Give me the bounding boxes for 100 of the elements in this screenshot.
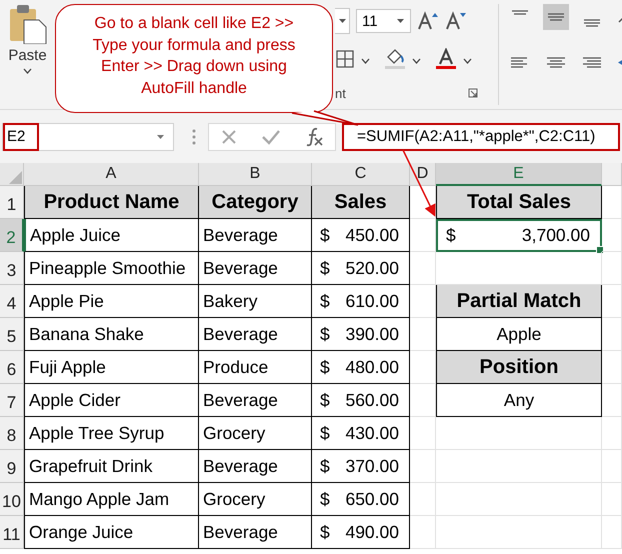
currency-sign: $: [320, 522, 330, 542]
empty-cell[interactable]: [602, 219, 622, 252]
amount-text: 390.00: [345, 324, 399, 344]
table-cell[interactable]: $ 480.00: [312, 351, 410, 384]
empty-cell[interactable]: [602, 384, 622, 417]
empty-cell[interactable]: [602, 450, 622, 483]
shrink-font-icon[interactable]: [445, 11, 467, 31]
table-cell[interactable]: $ 3,700.00: [436, 219, 602, 252]
empty-cell[interactable]: [602, 417, 622, 450]
clipboard-icon[interactable]: [8, 4, 48, 44]
column-header[interactable]: D: [410, 163, 436, 186]
empty-cell[interactable]: [410, 483, 436, 516]
name-box[interactable]: E2: [2, 122, 174, 150]
empty-cell[interactable]: [602, 516, 622, 549]
align-middle-icon[interactable]: [543, 4, 569, 30]
table-cell[interactable]: Apple Pie: [24, 285, 199, 318]
paste-label[interactable]: Paste: [8, 47, 47, 64]
column-header[interactable]: C: [312, 163, 410, 186]
row-header[interactable]: 7: [0, 384, 24, 417]
caret-icon: [396, 18, 405, 24]
table-cell[interactable]: Beverage: [199, 450, 312, 483]
caret-icon[interactable]: [23, 68, 32, 74]
fill-color-icon[interactable]: [384, 48, 406, 70]
caret-icon[interactable]: [156, 134, 165, 140]
table-cell[interactable]: Bakery: [199, 285, 312, 318]
table-cell[interactable]: Beverage: [199, 318, 312, 351]
table-cell[interactable]: Grapefruit Drink: [24, 450, 199, 483]
table-cell[interactable]: $ 450.00: [312, 219, 410, 252]
row-header[interactable]: 9: [0, 450, 24, 483]
row-header[interactable]: 5: [0, 318, 24, 351]
fill-handle[interactable]: [596, 246, 604, 254]
row-header[interactable]: 3: [0, 252, 24, 285]
table-cell[interactable]: $ 520.00: [312, 252, 410, 285]
dialog-launcher-icon[interactable]: [468, 88, 478, 98]
column-header[interactable]: B: [199, 163, 312, 186]
empty-cell[interactable]: [602, 351, 622, 384]
table-cell[interactable]: $ 650.00: [312, 483, 410, 516]
row-header[interactable]: 1: [0, 186, 24, 219]
currency-sign: $: [320, 258, 330, 278]
table-cell[interactable]: Beverage: [199, 252, 312, 285]
empty-cell[interactable]: [410, 450, 436, 483]
header-cell: Position: [436, 351, 602, 384]
table-cell[interactable]: Orange Juice: [24, 516, 199, 549]
empty-cell[interactable]: [410, 516, 436, 549]
empty-cell[interactable]: [602, 483, 622, 516]
cell-reference: E2: [3, 122, 40, 150]
table-cell[interactable]: Beverage: [199, 516, 312, 549]
empty-cell[interactable]: [602, 285, 622, 318]
table-cell[interactable]: Pineapple Smoothie: [24, 252, 199, 285]
empty-cell[interactable]: [410, 384, 436, 417]
table-cell[interactable]: $ 430.00: [312, 417, 410, 450]
table-cell[interactable]: $ 390.00: [312, 318, 410, 351]
table-cell[interactable]: Grocery: [199, 417, 312, 450]
table-cell[interactable]: $ 610.00: [312, 285, 410, 318]
table-cell[interactable]: Apple Juice: [24, 219, 199, 252]
column-header[interactable]: [602, 163, 622, 186]
row-header[interactable]: 11: [0, 516, 24, 549]
table-cell[interactable]: Mango Apple Jam: [24, 483, 199, 516]
empty-cell[interactable]: [410, 219, 436, 252]
row-header[interactable]: 4: [0, 285, 24, 318]
font-color-icon[interactable]: [435, 48, 457, 70]
empty-cell[interactable]: [410, 417, 436, 450]
caret-icon[interactable]: [412, 58, 421, 64]
font-name-dropdown[interactable]: [335, 8, 350, 34]
table-cell[interactable]: $ 490.00: [312, 516, 410, 549]
caret-icon[interactable]: [463, 58, 472, 64]
cancel-icon[interactable]: [220, 128, 238, 146]
table-cell[interactable]: Any: [436, 384, 602, 417]
table-cell[interactable]: Beverage: [199, 219, 312, 252]
row-header[interactable]: 6: [0, 351, 24, 384]
empty-cell[interactable]: [602, 318, 622, 351]
amount-text: 560.00: [345, 390, 399, 410]
table-cell[interactable]: Fuji Apple: [24, 351, 199, 384]
borders-icon[interactable]: [335, 49, 355, 69]
row-header[interactable]: 8: [0, 417, 24, 450]
empty-cell[interactable]: [436, 483, 602, 516]
empty-cell[interactable]: [602, 252, 622, 285]
grow-font-icon[interactable]: [417, 11, 439, 31]
empty-cell[interactable]: [410, 318, 436, 351]
empty-cell[interactable]: [436, 450, 602, 483]
empty-cell[interactable]: [436, 417, 602, 450]
row-header[interactable]: 2: [0, 219, 24, 252]
empty-cell[interactable]: [436, 516, 602, 549]
table-cell[interactable]: $ 560.00: [312, 384, 410, 417]
empty-cell[interactable]: [410, 252, 436, 285]
font-size-dropdown[interactable]: 11: [356, 9, 411, 33]
drag-handle-icon[interactable]: [192, 128, 196, 144]
row-header[interactable]: 10: [0, 483, 24, 516]
select-all-corner[interactable]: [0, 163, 24, 186]
table-cell[interactable]: Beverage: [199, 384, 312, 417]
table-cell[interactable]: Apple Tree Syrup: [24, 417, 199, 450]
table-cell[interactable]: Banana Shake: [24, 318, 199, 351]
column-header[interactable]: E: [436, 163, 602, 186]
caret-icon[interactable]: [361, 58, 370, 64]
table-cell[interactable]: Produce: [199, 351, 312, 384]
table-cell[interactable]: $ 370.00: [312, 450, 410, 483]
check-icon[interactable]: [260, 128, 281, 146]
column-header[interactable]: A: [24, 163, 199, 186]
table-cell[interactable]: Apple Cider: [24, 384, 199, 417]
table-cell[interactable]: Grocery: [199, 483, 312, 516]
